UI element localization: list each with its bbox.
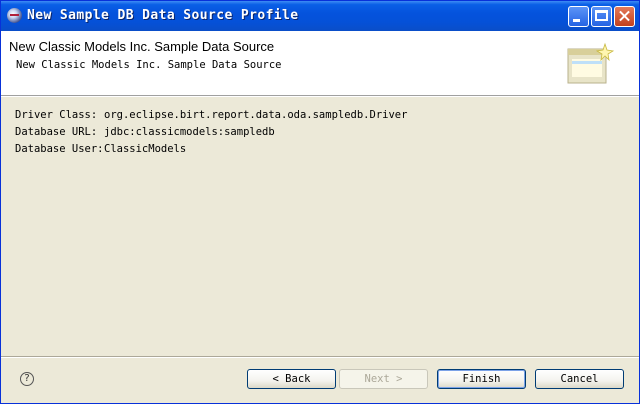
next-button[interactable]: Next > [339, 369, 428, 389]
finish-button[interactable]: Finish [437, 369, 526, 389]
driver-class-value: org.eclipse.birt.report.data.oda.sampled… [104, 109, 408, 121]
maximize-icon [595, 10, 608, 21]
maximize-button[interactable] [591, 6, 612, 27]
datasource-details: Driver Class: org.eclipse.birt.report.dat… [15, 109, 407, 160]
page-title: New Classic Models Inc. Sample Data Sour… [9, 39, 275, 54]
banner-separator [1, 96, 639, 97]
window-title: New Sample DB Data Source Profile [27, 8, 299, 23]
cancel-button[interactable]: Cancel [535, 369, 624, 389]
title-bar[interactable]: New Sample DB Data Source Profile [1, 1, 639, 31]
driver-class-label: Driver Class: [15, 109, 98, 121]
minimize-icon [573, 19, 580, 22]
database-user-value: ClassicModels [104, 143, 187, 155]
detail-row-user: Database User:ClassicModels [15, 143, 407, 160]
close-icon [615, 7, 634, 26]
back-button[interactable]: < Back [247, 369, 336, 389]
page-description: New Classic Models Inc. Sample Data Sour… [16, 59, 282, 71]
help-icon[interactable]: ? [20, 372, 34, 386]
close-button[interactable] [614, 6, 635, 27]
wizard-banner-icon [567, 42, 615, 84]
eclipse-icon [7, 8, 22, 23]
dialog-window: New Sample DB Data Source Profile New Cl… [0, 0, 640, 404]
database-user-label: Database User: [15, 143, 104, 155]
minimize-button[interactable] [568, 6, 589, 27]
detail-row-driver: Driver Class: org.eclipse.birt.report.dat… [15, 109, 407, 126]
wizard-banner: New Classic Models Inc. Sample Data Sour… [1, 31, 639, 96]
database-url-label: Database URL: [15, 126, 98, 138]
button-bar-separator-highlight [1, 357, 639, 358]
database-url-value: jdbc:classicmodels:sampledb [104, 126, 275, 138]
detail-row-url: Database URL: jdbc:classicmodels:sampledb [15, 126, 407, 143]
